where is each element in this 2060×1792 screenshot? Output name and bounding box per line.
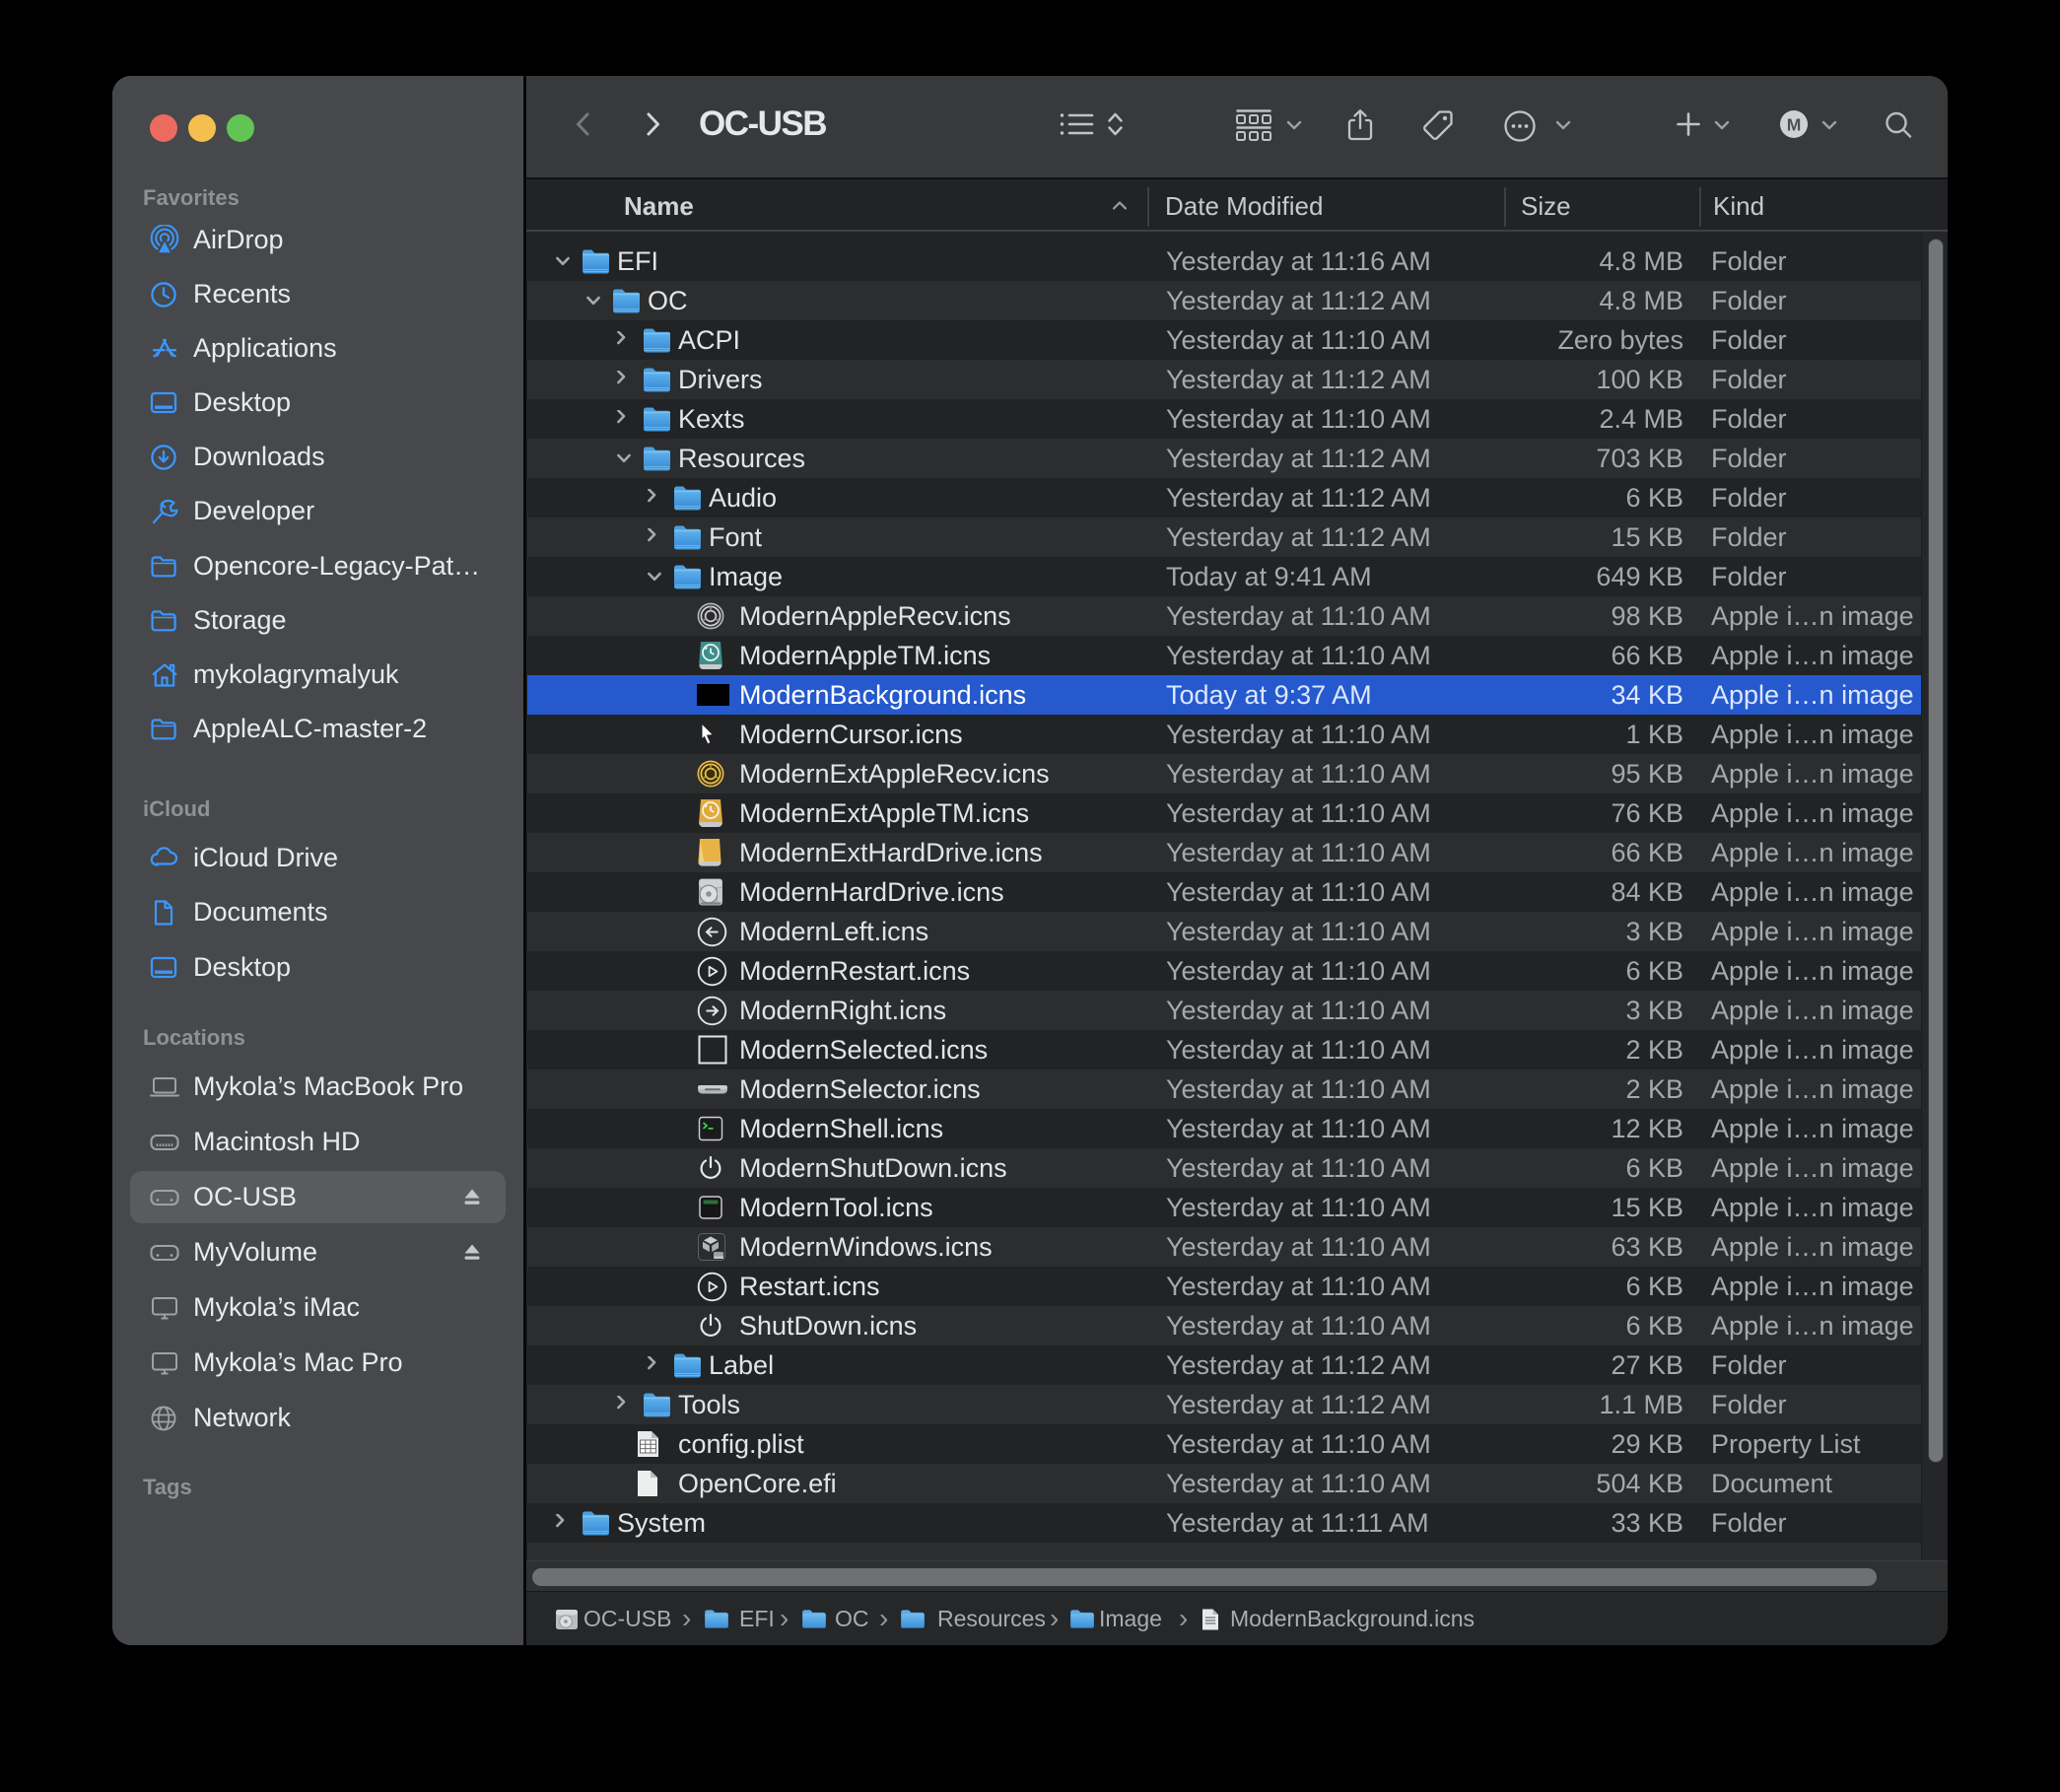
svg-text:M: M bbox=[1787, 115, 1802, 135]
